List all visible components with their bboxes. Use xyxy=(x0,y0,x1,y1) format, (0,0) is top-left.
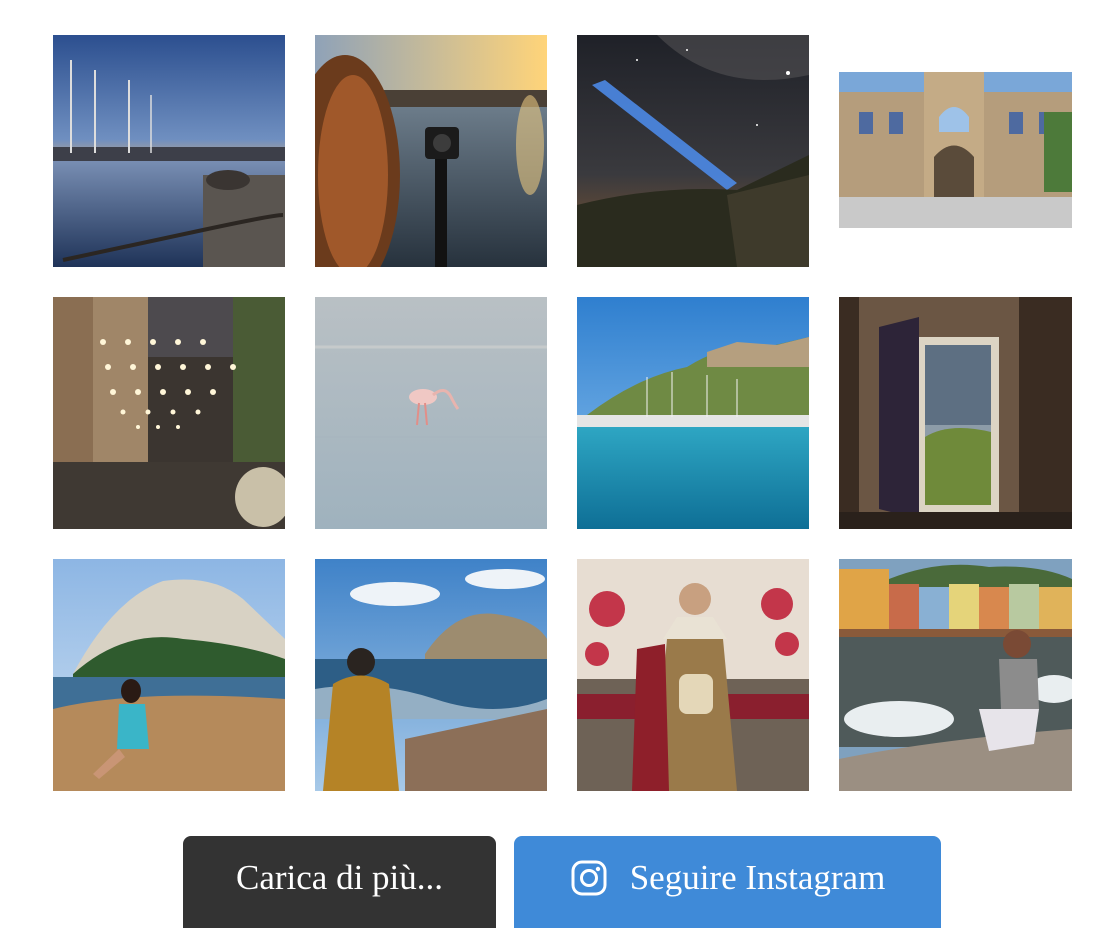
gallery-tile-flamingo[interactable] xyxy=(315,297,547,529)
gallery-tile-arch-building[interactable] xyxy=(839,72,1072,228)
instagram-icon xyxy=(570,859,608,897)
flamingo-in-water-photo xyxy=(315,297,547,529)
gallery-tile-window[interactable] xyxy=(839,297,1072,529)
woman-on-beach-mountain-photo xyxy=(53,559,285,791)
milky-way-flashlight-photo xyxy=(577,35,809,267)
gallery-tile-night-sky[interactable] xyxy=(577,35,809,267)
gallery-tile-marina[interactable] xyxy=(577,297,809,529)
gallery-tile-street-lights[interactable] xyxy=(53,297,285,529)
gallery-tile-harbor-sunset[interactable] xyxy=(53,35,285,267)
follow-instagram-button[interactable]: Seguire Instagram xyxy=(514,836,941,928)
gallery-tile-beach-mountain[interactable] xyxy=(53,559,285,791)
gopro-lake-sunset-photo xyxy=(315,35,547,267)
load-more-button[interactable]: Carica di più... xyxy=(183,836,496,928)
gallery-tile-gopro-sunset[interactable] xyxy=(315,35,547,267)
open-window-view-photo xyxy=(839,297,1072,529)
woman-colorful-harbor-photo xyxy=(839,559,1072,791)
man-looking-at-sea-photo xyxy=(315,559,547,791)
religious-statue-photo xyxy=(577,559,809,791)
harbor-sunset-sailboats-photo xyxy=(53,35,285,267)
historic-arch-building-photo xyxy=(839,72,1072,228)
load-more-label: Carica di più... xyxy=(235,858,444,897)
string-lights-street-photo xyxy=(53,297,285,529)
coastal-town-marina-photo xyxy=(577,297,809,529)
gallery-tile-man-sea[interactable] xyxy=(315,559,547,791)
gallery-tile-statue[interactable] xyxy=(577,559,809,791)
follow-instagram-label: Seguire Instagram xyxy=(629,858,886,897)
gallery-tile-colorful-harbor[interactable] xyxy=(839,559,1072,791)
